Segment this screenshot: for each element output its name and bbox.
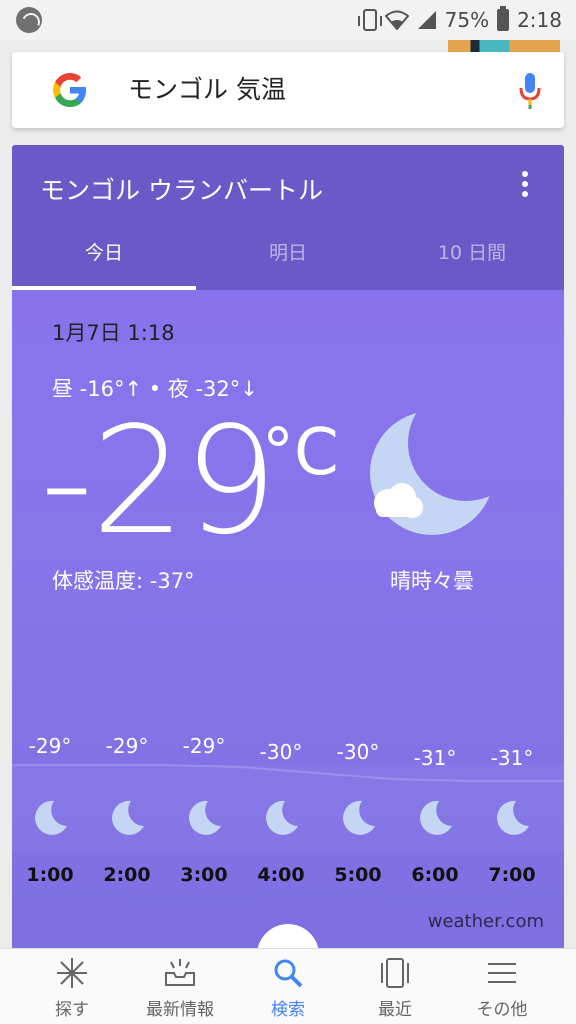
search-icon xyxy=(274,959,303,988)
nav-label: 最近 xyxy=(378,1000,412,1020)
hourly-time: 3:00 xyxy=(180,864,228,886)
nav-item-recent[interactable]: 最近 xyxy=(345,949,445,1024)
moon-icon xyxy=(343,800,375,835)
forecast-tabs: 今日 明日 10 日間 xyxy=(12,225,564,290)
battery-icon xyxy=(497,6,510,31)
moon-icon xyxy=(497,800,529,835)
status-icons: 75% 2:18 xyxy=(357,0,562,40)
tab-tomorrow[interactable]: 明日 xyxy=(196,225,380,290)
nav-label: 最新情報 xyxy=(146,1000,214,1020)
nav-label: 検索 xyxy=(271,1000,305,1020)
weather-condition: 晴時々曇 xyxy=(390,569,474,593)
hourly-time: 1:00 xyxy=(26,864,74,886)
google-logo xyxy=(53,73,86,107)
search-bar[interactable]: モンゴル 気温 xyxy=(12,52,564,128)
hourly-time: 2:00 xyxy=(103,864,151,886)
moon-icon xyxy=(266,800,298,835)
hourly-temp: -30° xyxy=(259,740,303,764)
nav-item-search[interactable]: 検索 xyxy=(238,949,338,1024)
nav-item-updates[interactable]: 最新情報 xyxy=(130,949,230,1024)
feels-like: 体感温度: -37° xyxy=(52,569,195,593)
moon-cloud-icon xyxy=(370,411,494,535)
hourly-time: 4:00 xyxy=(257,864,305,886)
updates-tray-icon xyxy=(165,959,195,986)
location-title: モンゴル ウランバートル xyxy=(40,176,323,205)
temperature-unit[interactable]: °C xyxy=(262,421,339,485)
hourly-temp: -31° xyxy=(490,746,534,770)
recent-cards-icon xyxy=(381,958,409,988)
more-options-icon[interactable] xyxy=(520,171,530,201)
moon-icon xyxy=(35,800,67,835)
nav-label: 探す xyxy=(55,1000,89,1020)
menu-icon xyxy=(488,963,516,983)
hourly-time: 5:00 xyxy=(334,864,382,886)
app-notification-icon xyxy=(16,7,42,33)
tab-10-day[interactable]: 10 日間 xyxy=(380,225,564,290)
moon-icon xyxy=(189,800,221,835)
hourly-forecast: -29° 1:00 -29° 2:00 -29° 3:00 -30° 4:00 … xyxy=(12,730,564,890)
nav-item-more[interactable]: その他 xyxy=(452,949,552,1024)
nav-label: その他 xyxy=(476,1000,528,1020)
search-query[interactable]: モンゴル 気温 xyxy=(128,52,286,128)
mic-icon[interactable] xyxy=(518,72,542,110)
signal-icon xyxy=(417,10,437,30)
bottom-nav: 探す 最新情報 検索 最近 その他 xyxy=(0,948,576,1024)
vibrate-icon xyxy=(357,9,382,31)
sparkle-icon xyxy=(57,958,87,988)
nav-item-explore[interactable]: 探す xyxy=(22,949,122,1024)
status-bar: 75% 2:18 xyxy=(0,0,576,40)
hourly-temp: -29° xyxy=(105,734,149,758)
source-link[interactable]: weather.com xyxy=(428,911,544,932)
hourly-temp: -30° xyxy=(336,740,380,764)
weather-card: モンゴル ウランバートル 今日 明日 10 日間 1月7日 1:18 昼 -16… xyxy=(12,145,564,955)
hourly-temp: -31° xyxy=(413,746,457,770)
hourly-time: 6:00 xyxy=(411,864,459,886)
weather-card-header: モンゴル ウランバートル 今日 明日 10 日間 xyxy=(12,145,564,290)
observation-datetime: 1月7日 1:18 xyxy=(52,321,175,345)
current-temperature: -29 xyxy=(40,395,278,567)
hourly-temp: -29° xyxy=(182,734,226,758)
battery-percent: 75% xyxy=(444,8,490,32)
moon-icon xyxy=(420,800,452,835)
tab-today[interactable]: 今日 xyxy=(12,225,196,290)
hourly-temp: -29° xyxy=(28,734,72,758)
clock: 2:18 xyxy=(517,8,562,32)
moon-icon xyxy=(112,800,144,835)
hourly-time: 7:00 xyxy=(488,864,536,886)
wifi-icon xyxy=(384,10,409,30)
